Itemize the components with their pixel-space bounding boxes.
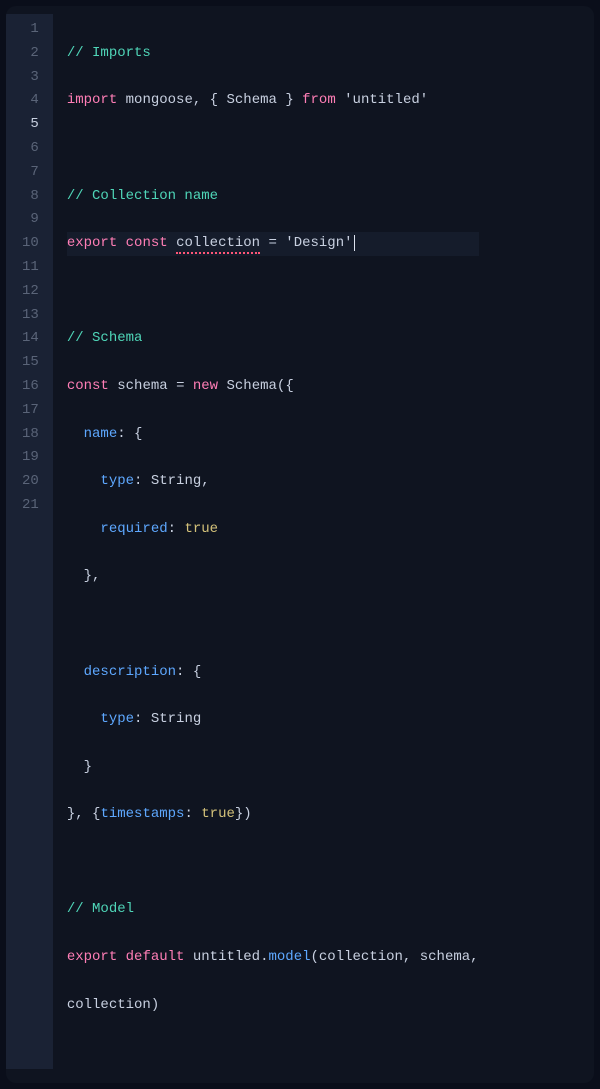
identifier-untitled: untitled [193, 949, 260, 965]
identifier-schema-ctor: Schema [227, 378, 277, 394]
line-number: 5 [22, 113, 39, 137]
line-number: 10 [22, 232, 39, 256]
identifier-string: String [151, 473, 201, 489]
identifier-string: String [151, 711, 201, 727]
line-number: 3 [22, 66, 39, 90]
comment: // Imports [67, 45, 151, 61]
keyword-const: const [67, 378, 109, 394]
code-line [67, 280, 479, 304]
comment: // Schema [67, 330, 143, 346]
string-module: 'untitled' [344, 92, 428, 108]
bool-true: true [184, 521, 218, 537]
line-number: 4 [22, 89, 39, 113]
line-number: 20 [22, 470, 39, 494]
code-line: name: { [67, 423, 479, 447]
line-number: 17 [22, 399, 39, 423]
code-line: type: String, [67, 470, 479, 494]
string-design: 'Design' [285, 235, 352, 251]
code-line [67, 851, 479, 875]
identifier-collection-warning: collection [176, 235, 260, 254]
code-line: } [67, 756, 479, 780]
code-line [67, 137, 479, 161]
identifier-schema: schema [117, 378, 167, 394]
code-line: collection) [67, 994, 479, 1018]
line-number: 11 [22, 256, 39, 280]
keyword-from: from [302, 92, 336, 108]
code-line: required: true [67, 518, 479, 542]
line-number: 13 [22, 304, 39, 328]
code-content[interactable]: // Imports import mongoose, { Schema } f… [53, 14, 489, 1069]
prop-name: name [84, 426, 118, 442]
line-number: 7 [22, 161, 39, 185]
prop-timestamps: timestamps [100, 806, 184, 822]
identifier-schema-import: Schema [226, 92, 276, 108]
keyword-default: default [126, 949, 185, 965]
line-number: 16 [22, 375, 39, 399]
code-line: // Collection name [67, 185, 479, 209]
line-number: 18 [22, 423, 39, 447]
prop-required: required [100, 521, 167, 537]
prop-type: type [100, 473, 134, 489]
prop-description: description [84, 664, 176, 680]
code-line: description: { [67, 661, 479, 685]
code-line: // Schema [67, 327, 479, 351]
code-line: }, [67, 565, 479, 589]
identifier-mongoose: mongoose [126, 92, 193, 108]
bool-true: true [201, 806, 235, 822]
line-number-gutter: 123456789101112131415161718192021 [6, 14, 53, 1069]
line-number: 9 [22, 208, 39, 232]
keyword-import: import [67, 92, 117, 108]
line-number: 12 [22, 280, 39, 304]
code-line: type: String [67, 708, 479, 732]
line-number: 15 [22, 351, 39, 375]
code-line-active: export const collection = 'Design' [67, 232, 479, 256]
prop-type: type [100, 711, 134, 727]
line-number: 14 [22, 327, 39, 351]
line-number: 2 [22, 42, 39, 66]
code-line [67, 613, 479, 637]
line-number: 21 [22, 494, 39, 518]
keyword-export: export [67, 949, 117, 965]
keyword-const: const [126, 235, 168, 251]
code-editor[interactable]: 123456789101112131415161718192021 // Imp… [6, 6, 594, 1083]
code-line: export default untitled.model(collection… [67, 946, 479, 970]
code-line: const schema = new Schema({ [67, 375, 479, 399]
line-number: 19 [22, 446, 39, 470]
code-line: }, {timestamps: true}) [67, 803, 479, 827]
line-number: 8 [22, 185, 39, 209]
keyword-new: new [193, 378, 218, 394]
keyword-export: export [67, 235, 117, 251]
line-number: 1 [22, 18, 39, 42]
text-cursor [354, 235, 356, 251]
code-line: // Imports [67, 42, 479, 66]
comment: // Model [67, 901, 134, 917]
fn-model: model [268, 949, 310, 965]
comment: // Collection name [67, 188, 218, 204]
code-line: // Model [67, 898, 479, 922]
code-line: import mongoose, { Schema } from 'untitl… [67, 89, 479, 113]
line-number: 6 [22, 137, 39, 161]
